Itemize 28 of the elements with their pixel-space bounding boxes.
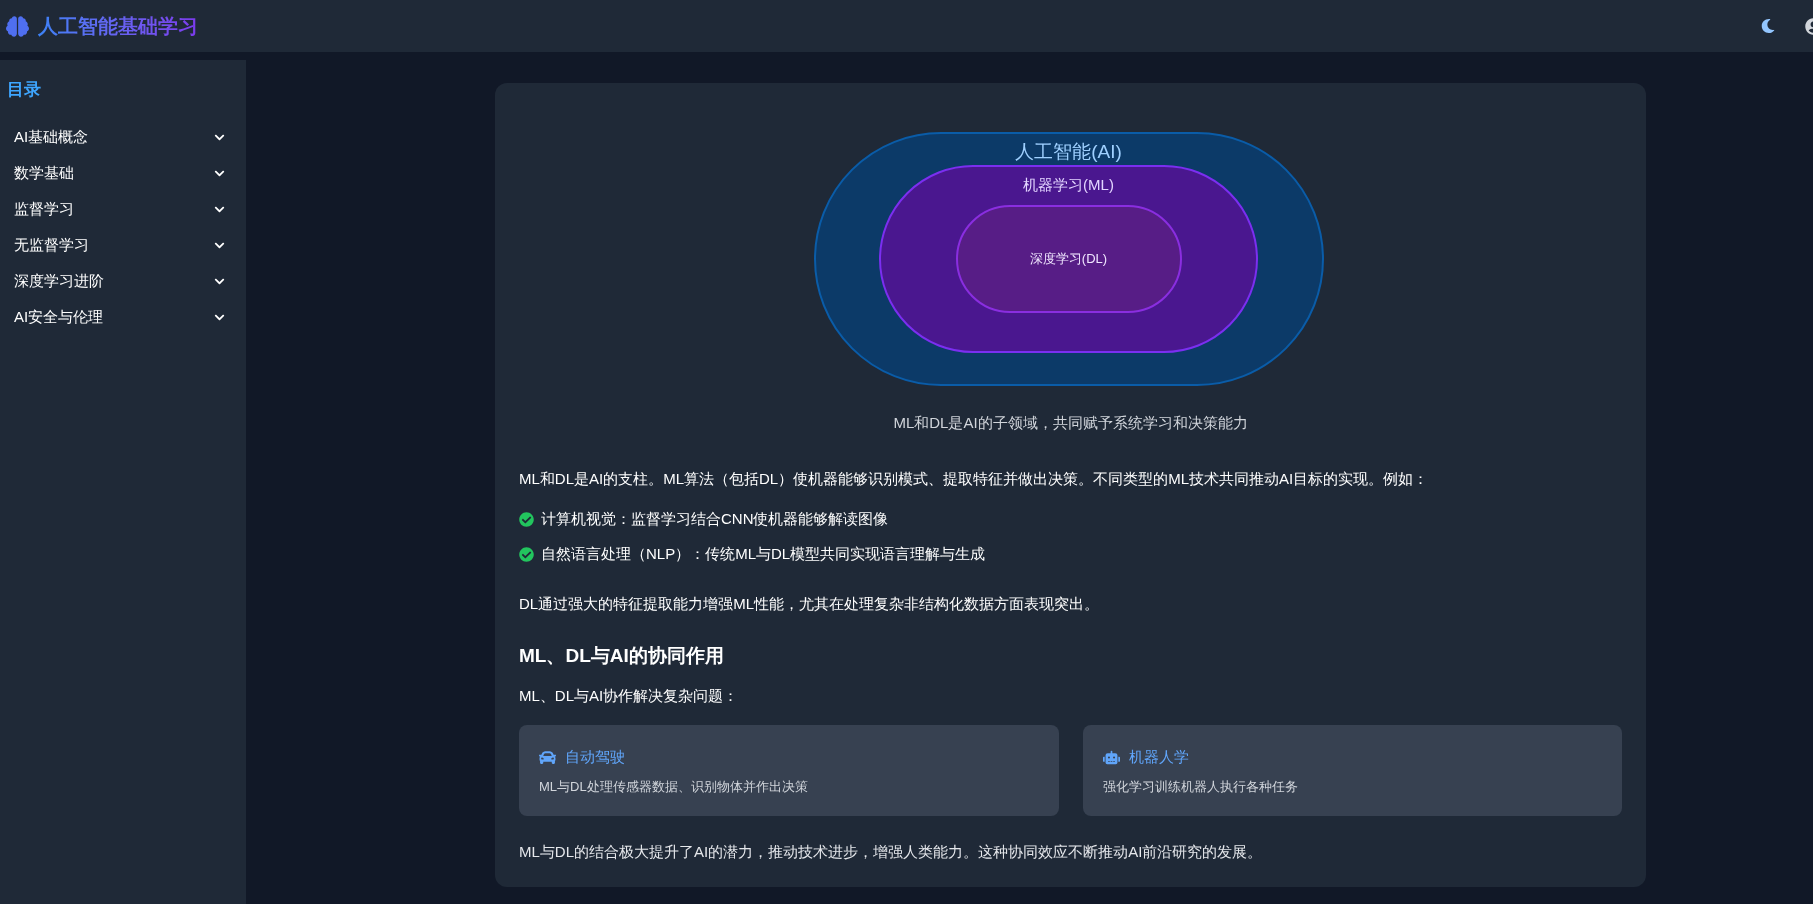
check-icon — [519, 547, 534, 562]
closing-paragraph: ML与DL的结合极大提升了AI的潜力，推动技术进步，增强人类能力。这种协同效应不断推动AI前沿研究的发展。 — [519, 842, 1264, 862]
sidebar-item[interactable]: AI基础概念 — [7, 119, 225, 155]
topic-title: 自动驾驶 — [565, 747, 625, 767]
section-heading: ML、DL与AI的协同作用 — [519, 644, 725, 668]
topic-text: 强化学习训练机器人执行各种任务 — [1102, 778, 1299, 796]
section-lead: ML、DL与AI协作解决复杂问题： — [519, 686, 740, 706]
robot-icon — [1102, 748, 1120, 766]
region-label: 人工智能(AI) — [1014, 140, 1123, 164]
region-label: 深度学习(DL) — [1028, 250, 1109, 268]
check-icon — [519, 512, 534, 527]
sidebar-title: 目录 — [7, 79, 42, 101]
brain-icon — [6, 14, 29, 38]
intro-paragraph: ML和DL是AI的支柱。ML算法（包括DL）使机器能够识别模式、提取特征并做出决策。不同类型的ML技术共同推动AI目标的实现。例如： — [519, 469, 1430, 489]
region-label: 机器学习(ML) — [1022, 175, 1115, 195]
example-text: 自然语言处理（NLP）：传统ML与DL模型共同实现语言理解与生成 — [541, 544, 986, 565]
sidebar-item[interactable]: 数学基础 — [7, 155, 225, 191]
diagram-caption: ML和DL是AI的子领域，共同赋予系统学习和决策能力 — [892, 413, 1249, 433]
topic-text: ML与DL处理传感器数据、识别物体并作出决策 — [539, 778, 809, 796]
example-text: 计算机视觉：监督学习结合CNN使机器能够解读图像 — [541, 509, 889, 530]
moon-icon[interactable] — [1761, 19, 1775, 33]
sidebar-item[interactable]: 无监督学习 — [7, 227, 225, 263]
sidebar-item[interactable]: 监督学习 — [7, 191, 225, 227]
car-icon — [539, 748, 556, 766]
note-paragraph: DL通过强大的特征提取能力增强ML性能，尤其在处理复杂非结构化数据方面表现突出。 — [519, 594, 1100, 614]
sidebar-item[interactable]: AI安全与伦理 — [7, 299, 225, 335]
sidebar-item[interactable]: 深度学习进阶 — [7, 263, 225, 299]
topic-title: 机器人学 — [1128, 747, 1189, 767]
